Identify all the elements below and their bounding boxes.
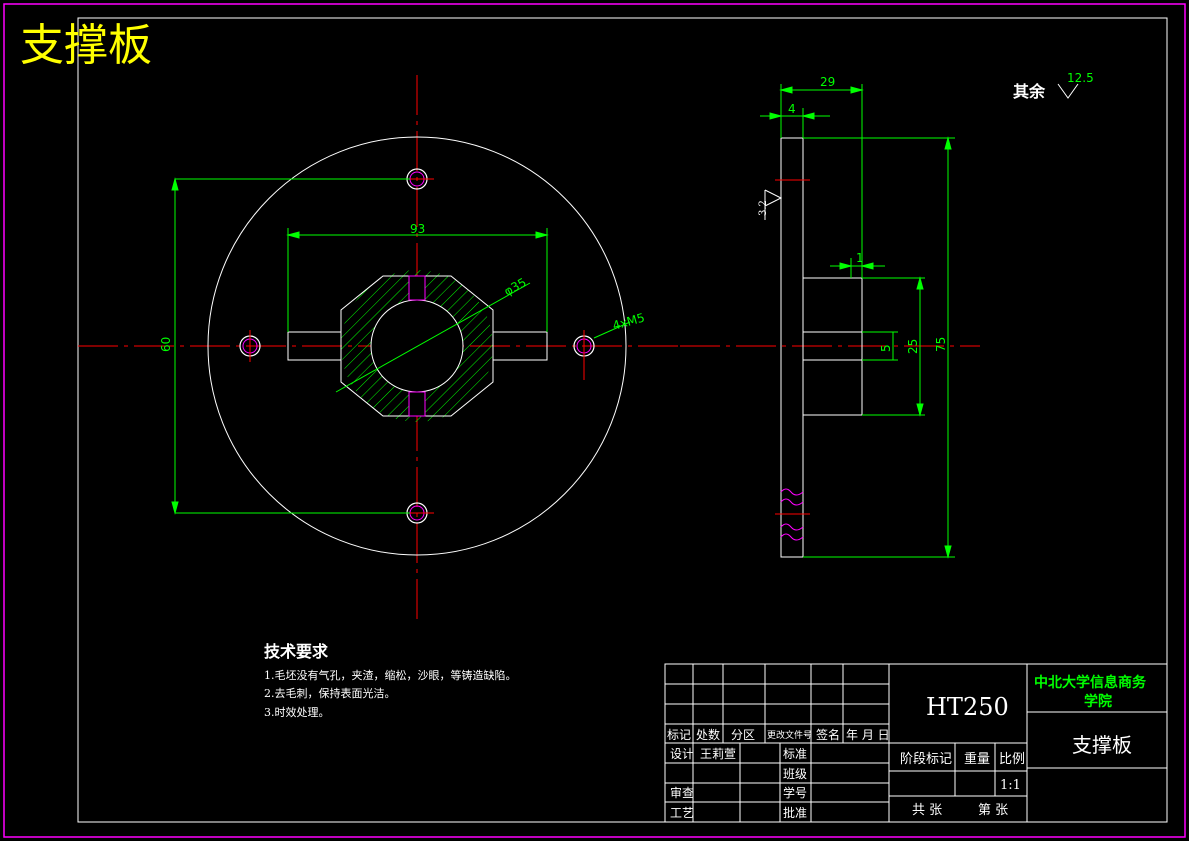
tb-part-name: 支撑板 — [1072, 733, 1132, 757]
tb-total: 共 张 — [912, 803, 942, 818]
dim-60-text: 60 — [159, 337, 173, 352]
tb-class: 班级 — [783, 767, 807, 781]
slot-top — [408, 275, 426, 301]
drawing-title: 支撑板 — [20, 20, 152, 71]
dim-holes-text: 4xM5 — [611, 310, 646, 332]
surface-other-value: 12.5 — [1067, 71, 1094, 85]
tb-doc-no: 更改文件号 — [767, 729, 812, 741]
dim-25-text: 25 — [906, 339, 920, 354]
dim-29-text: 29 — [820, 75, 835, 89]
tech-heading: 技术要求 — [264, 642, 329, 661]
tb-mark: 标记 — [667, 728, 691, 742]
tb-student-no: 学号 — [783, 785, 807, 800]
dim-75-text: 75 — [934, 337, 948, 352]
slot-bottom — [408, 391, 426, 417]
tech-line-1: 1.毛坯没有气孔，夹渣，缩松，沙眼，等铸造缺陷。 — [264, 668, 517, 682]
tb-process: 工艺 — [670, 806, 694, 820]
tb-design: 设计 — [670, 747, 694, 761]
tb-standard: 标准 — [783, 747, 807, 761]
tech-line-3: 3.时效处理。 — [264, 705, 330, 719]
dim-35-text: φ35 — [502, 275, 529, 298]
tb-designer: 王莉萱 — [700, 747, 736, 761]
tb-zone: 分区 — [731, 728, 755, 742]
tb-weight: 重量 — [964, 751, 990, 767]
tb-approve: 批准 — [783, 805, 807, 820]
tb-check: 审查 — [670, 785, 694, 800]
tb-school-line2: 学院 — [1084, 693, 1112, 710]
side-dimensions — [760, 84, 955, 559]
tb-scale-label: 比例 — [999, 752, 1025, 767]
tb-scale: 1:1 — [1000, 778, 1021, 793]
tb-material: HT250 — [926, 693, 1009, 721]
dim-1-text: 1 — [856, 251, 864, 265]
title-block-text: 标记 处数 分区 更改文件号 签名 年 月 日 设计 王莉萱 标准 班级 审查 … — [667, 674, 1147, 820]
tb-count: 处数 — [696, 727, 720, 742]
dim-93-text: 93 — [410, 222, 425, 236]
tb-date: 年 月 日 — [846, 728, 890, 742]
dim-5-text: 5 — [879, 344, 893, 352]
tb-sign: 签名 — [816, 727, 840, 742]
surface-other-label: 其余 — [1013, 82, 1046, 101]
tech-line-2: 2.去毛刺，保持表面光洁。 — [264, 686, 396, 700]
surface-symbol-other — [1057, 83, 1079, 99]
tb-stage: 阶段标记 — [900, 752, 952, 767]
tb-sheet: 第 张 — [978, 803, 1008, 818]
dim-4-text: 4 — [788, 102, 796, 116]
tb-school-line1: 中北大学信息商务 — [1034, 674, 1147, 691]
drawing-canvas: 支撑板 60 93 φ35 4xM5 29 4 1 5 25 75 3.2 其余… — [3, 3, 1186, 838]
surface-face-value: 3.2 — [758, 200, 769, 216]
